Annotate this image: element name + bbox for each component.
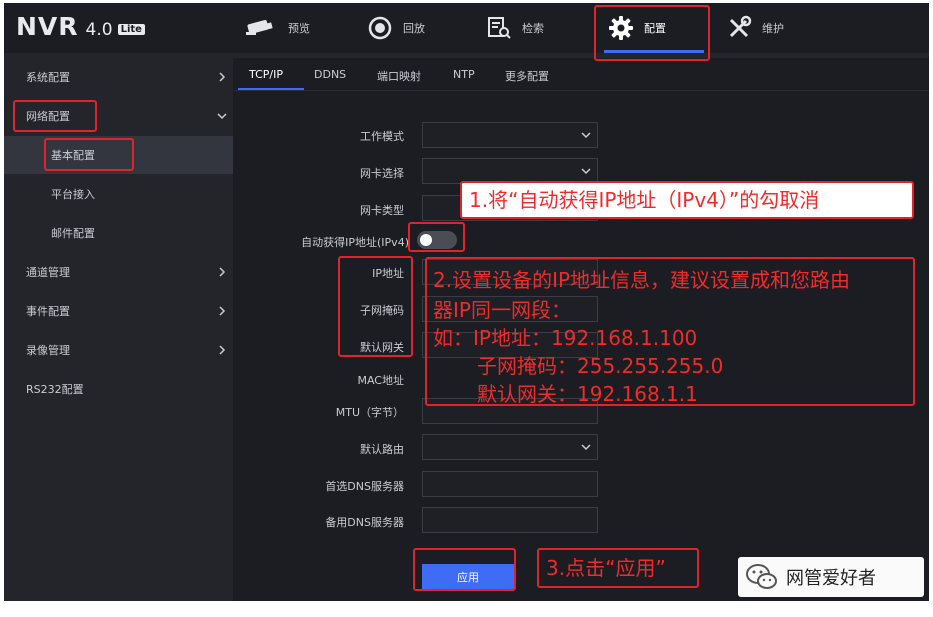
tab-bar: TCP/IP DDNS 端口映射 NTP 更多配置 bbox=[234, 58, 929, 91]
sidebar-item-label: 系统配置 bbox=[26, 71, 70, 84]
search-file-icon bbox=[488, 17, 511, 39]
tab-active-underline bbox=[238, 88, 304, 90]
chevron-down-icon bbox=[581, 444, 591, 451]
mac-address-label: MAC地址 bbox=[357, 374, 404, 387]
step2-line5: 默认网关：192.168.1.1 bbox=[477, 382, 698, 406]
nav-preview[interactable]: 预览 bbox=[244, 11, 310, 45]
step3-note: 3.点击“应用” bbox=[537, 548, 699, 588]
watermark: 网管爱好者 bbox=[738, 557, 924, 597]
wechat-icon bbox=[746, 564, 777, 589]
nav-preview-label: 预览 bbox=[288, 22, 310, 35]
sidebar-item-email-config[interactable]: 邮件配置 bbox=[4, 214, 233, 252]
nav-maintenance[interactable]: 维护 bbox=[726, 11, 784, 45]
sidebar-item-label: 平台接入 bbox=[51, 188, 95, 201]
sidebar-item-label: RS232配置 bbox=[26, 383, 84, 396]
sidebar-item-rs232-config[interactable]: RS232配置 bbox=[4, 370, 233, 408]
nav-playback-label: 回放 bbox=[403, 22, 425, 35]
mtu-label: MTU（字节） bbox=[335, 406, 404, 419]
tab-tcpip[interactable]: TCP/IP bbox=[249, 68, 283, 81]
step2-line1: 2.设置设备的IP地址信息，建议设置成和您路由 bbox=[433, 268, 851, 292]
work-mode-label: 工作模式 bbox=[360, 130, 404, 143]
chevron-right-icon bbox=[219, 345, 226, 355]
camera-icon bbox=[246, 20, 273, 35]
nic-select-label: 网卡选择 bbox=[360, 167, 404, 180]
step2-line2: 器IP同一网段： bbox=[433, 298, 571, 322]
tab-ntp[interactable]: NTP bbox=[453, 68, 475, 81]
default-route-label: 默认路由 bbox=[360, 443, 404, 456]
sidebar-item-event-config[interactable]: 事件配置 bbox=[4, 292, 233, 330]
nic-type-label: 网卡类型 bbox=[360, 204, 404, 217]
sidebar-item-label: 通道管理 bbox=[26, 266, 70, 279]
highlight-network-config bbox=[13, 100, 97, 132]
step1-note: 1.将“自动获得IP地址（IPv4）”的勾取消 bbox=[460, 181, 914, 219]
step2-note: 2.设置设备的IP地址信息，建议设置成和您路由 器IP同一网段： 如：IP地址：… bbox=[425, 257, 915, 406]
highlight-ip-fields bbox=[338, 256, 413, 357]
highlight-basic-config bbox=[44, 138, 134, 171]
highlight-dhcp-toggle bbox=[408, 222, 465, 252]
nav-playback[interactable]: 回放 bbox=[367, 11, 425, 45]
primary-dns-label: 首选DNS服务器 bbox=[325, 480, 404, 493]
nav-search[interactable]: 检索 bbox=[486, 11, 544, 45]
logo-version: 4.0 bbox=[85, 20, 113, 40]
highlight-apply-button bbox=[413, 548, 516, 591]
tab-more-config[interactable]: 更多配置 bbox=[505, 68, 549, 84]
chevron-down-icon bbox=[581, 132, 591, 139]
step1-text: 1.将“自动获得IP地址（IPv4）”的勾取消 bbox=[469, 188, 820, 212]
sidebar-item-label: 邮件配置 bbox=[51, 227, 95, 240]
nvr-screen: NVR 4.0 Lite 预览 回放 检索 配置 维护 系统配置 网络配置 基本… bbox=[4, 3, 929, 601]
sidebar-item-recording-management[interactable]: 录像管理 bbox=[4, 331, 233, 369]
wrench-icon bbox=[729, 15, 752, 38]
playback-icon bbox=[368, 16, 392, 40]
dhcp-label: 自动获得IP地址(IPv4) bbox=[301, 236, 409, 249]
secondary-dns-input[interactable] bbox=[422, 507, 598, 533]
work-mode-select[interactable] bbox=[422, 122, 598, 148]
step2-line3: 如：IP地址：192.168.1.100 bbox=[433, 326, 698, 350]
app-logo: NVR 4.0 Lite bbox=[16, 12, 145, 42]
sidebar-item-channel-management[interactable]: 通道管理 bbox=[4, 253, 233, 291]
chevron-right-icon bbox=[219, 306, 226, 316]
tab-port-mapping[interactable]: 端口映射 bbox=[377, 68, 421, 84]
chevron-down-icon bbox=[581, 168, 591, 175]
watermark-text: 网管爱好者 bbox=[786, 568, 876, 589]
nav-search-label: 检索 bbox=[522, 22, 544, 35]
default-route-select[interactable] bbox=[422, 434, 598, 460]
chevron-right-icon bbox=[219, 72, 226, 82]
sidebar-item-label: 录像管理 bbox=[26, 344, 70, 357]
nav-maintenance-label: 维护 bbox=[762, 22, 784, 35]
sidebar-item-system-config[interactable]: 系统配置 bbox=[4, 58, 233, 96]
chevron-right-icon bbox=[219, 267, 226, 277]
logo-text: NVR bbox=[16, 12, 79, 41]
step2-line4: 子网掩码：255.255.255.0 bbox=[477, 354, 724, 378]
chevron-down-icon bbox=[217, 113, 227, 120]
edition-badge: Lite bbox=[117, 24, 145, 35]
sidebar-item-platform-access[interactable]: 平台接入 bbox=[4, 175, 233, 213]
step3-text: 3.点击“应用” bbox=[546, 556, 666, 580]
secondary-dns-label: 备用DNS服务器 bbox=[325, 516, 404, 529]
top-bar: NVR 4.0 Lite 预览 回放 检索 配置 维护 bbox=[4, 3, 929, 53]
primary-dns-input[interactable] bbox=[422, 471, 598, 497]
highlight-config-tab bbox=[594, 5, 710, 61]
sidebar-item-label: 事件配置 bbox=[26, 305, 70, 318]
tab-ddns[interactable]: DDNS bbox=[314, 68, 346, 81]
